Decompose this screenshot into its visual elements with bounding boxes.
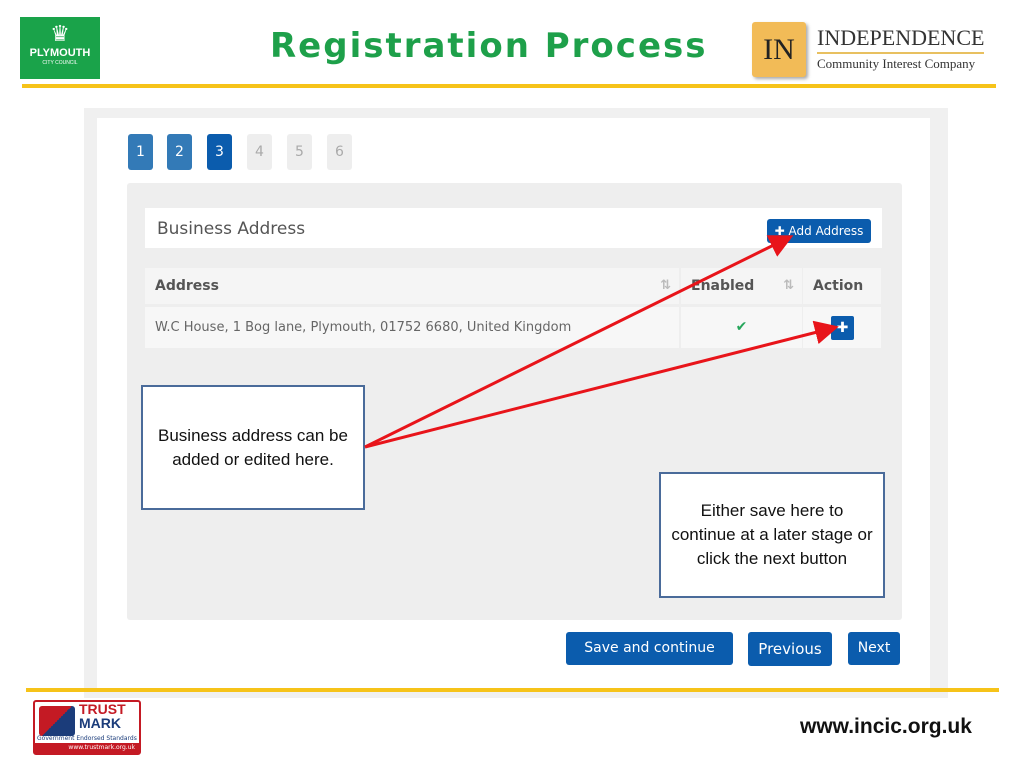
arrow-to-add-address bbox=[364, 235, 794, 449]
trustmark-logo: TRUST MARK Government Endorsed Standards… bbox=[33, 700, 141, 755]
previous-button[interactable]: Previous bbox=[748, 632, 832, 666]
save-continue-later-button[interactable]: Save and continue later bbox=[566, 632, 733, 689]
arrow-to-edit-button bbox=[364, 320, 839, 449]
trustmark-url: www.trustmark.org.uk bbox=[35, 743, 139, 753]
trustmark-text: MARK bbox=[79, 715, 121, 731]
website-url: www.incic.org.uk bbox=[800, 715, 972, 738]
handshake-icon bbox=[39, 706, 75, 736]
next-button[interactable]: Next bbox=[848, 632, 900, 665]
footer-divider bbox=[26, 688, 999, 692]
trustmark-tagline: Government Endorsed Standards bbox=[37, 735, 137, 742]
